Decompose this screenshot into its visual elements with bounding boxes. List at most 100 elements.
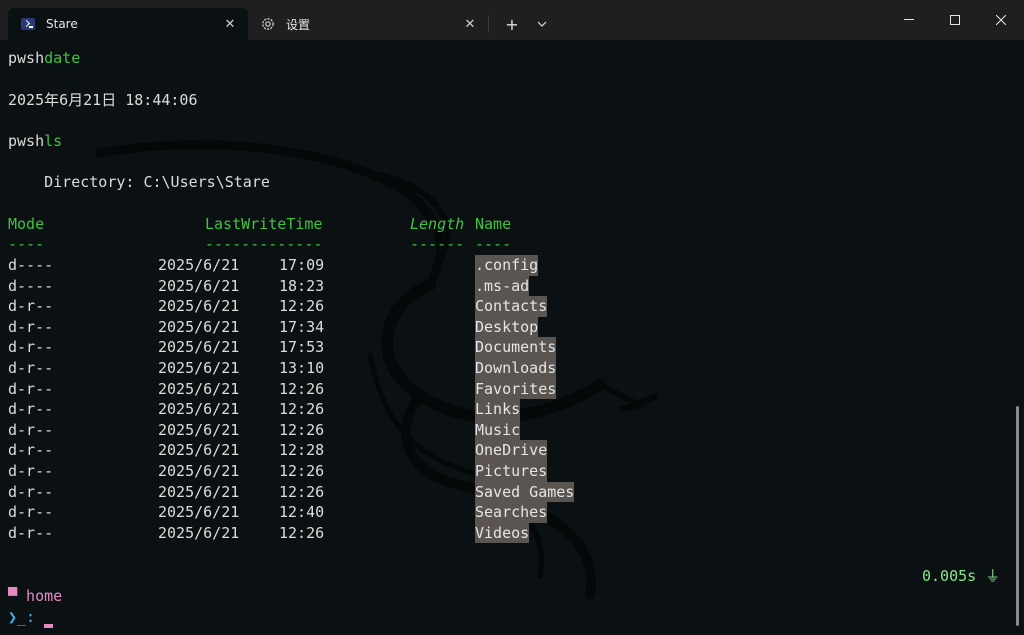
new-tab-button[interactable]: + xyxy=(500,12,524,36)
cell-date: 2025/6/21 xyxy=(158,338,240,357)
cell-time: 17:53 xyxy=(279,338,325,357)
minimize-button[interactable] xyxy=(886,4,932,36)
cell-mode: d-r-- xyxy=(8,420,54,439)
cell-name: Searches xyxy=(475,502,548,523)
table-header: Mode LastWriteTime Length Name xyxy=(0,214,1000,235)
cell-mode: d---- xyxy=(8,276,54,295)
cell-time: 12:26 xyxy=(279,297,325,316)
cell-time: 12:26 xyxy=(279,462,325,480)
underline-name: ---- xyxy=(475,235,512,253)
cell-name: Documents xyxy=(475,337,557,358)
cell-name: Links xyxy=(475,399,521,420)
table-row: d-r-- 2025/6/21 12:26 Saved Games xyxy=(0,481,1000,503)
cell-mode: d-r-- xyxy=(8,359,54,377)
cell-name: Desktop xyxy=(475,316,539,338)
header-length: Length xyxy=(410,215,465,233)
cell-name: .config xyxy=(475,255,539,276)
close-window-button[interactable] xyxy=(978,4,1024,36)
cell-name: Contacts xyxy=(475,296,548,317)
maximize-button[interactable] xyxy=(932,4,978,36)
command-line: pwshls xyxy=(8,131,62,152)
powershell-icon xyxy=(20,16,36,32)
table-row: d-r-- 2025/6/21 17:34 Desktop xyxy=(0,316,1000,338)
text-cursor xyxy=(44,624,54,628)
date-output: 2025年6月21日 18:44:06 xyxy=(8,91,198,109)
cell-name: .ms-ad xyxy=(475,275,530,297)
cell-date: 2025/6/21 xyxy=(158,276,240,295)
header-mode: Mode xyxy=(8,215,45,233)
prompt-directory: ▀ home xyxy=(8,587,63,605)
cell-name: Downloads xyxy=(475,358,557,379)
cell-time: 18:23 xyxy=(279,276,325,295)
cell-date: 2025/6/21 xyxy=(158,462,240,480)
underline-length: ------ xyxy=(410,235,465,253)
cell-time: 13:10 xyxy=(279,359,325,377)
cell-mode: d-r-- xyxy=(8,338,54,357)
table-row: d---- 2025/6/21 18:23 .ms-ad xyxy=(0,275,1000,297)
command-line: pwshdate xyxy=(8,48,80,69)
cell-mode: d-r-- xyxy=(8,379,54,398)
prompt-label: pwsh xyxy=(8,49,45,67)
table-row: d-r-- 2025/6/21 13:10 Downloads xyxy=(0,358,1000,379)
cell-mode: d-r-- xyxy=(8,523,54,542)
cell-name: OneDrive xyxy=(475,440,548,461)
header-lastwritetime: LastWriteTime xyxy=(205,215,323,233)
cell-mode: d-r-- xyxy=(8,297,54,316)
prompt-input[interactable]: ❯_: xyxy=(8,607,54,628)
cell-mode: d---- xyxy=(8,256,54,274)
table-row: d-r-- 2025/6/21 12:26 Contacts xyxy=(0,296,1000,317)
cell-date: 2025/6/21 xyxy=(158,317,240,336)
tab-divider xyxy=(488,15,489,33)
scrollbar[interactable] xyxy=(1016,406,1019,626)
cell-name: Saved Games xyxy=(475,481,575,503)
table-row: d-r-- 2025/6/21 17:53 Documents xyxy=(0,337,1000,358)
tab-settings[interactable]: 设置 ✕ xyxy=(248,8,488,40)
tab-stare[interactable]: Stare ✕ xyxy=(8,8,248,40)
cell-name: Music xyxy=(475,419,521,441)
command-text: date xyxy=(44,49,81,67)
cell-time: 12:26 xyxy=(279,523,325,542)
cell-name: Favorites xyxy=(475,378,557,400)
cell-mode: d-r-- xyxy=(8,441,54,460)
terminal-window: Stare ✕ 设置 ✕ + pwshdate 2025年6月21日 18:44… xyxy=(0,0,1024,635)
table-row: d-r-- 2025/6/21 12:26 Links xyxy=(0,399,1000,420)
cell-time: 12:40 xyxy=(279,503,325,522)
cell-time: 12:28 xyxy=(279,441,325,460)
cell-mode: d-r-- xyxy=(8,462,54,480)
tab-title: 设置 xyxy=(286,17,311,32)
prompt-label: pwsh xyxy=(8,132,45,150)
close-tab-icon[interactable]: ✕ xyxy=(456,10,484,38)
header-name: Name xyxy=(475,215,512,233)
cell-mode: d-r-- xyxy=(8,317,54,336)
cell-time: 12:26 xyxy=(279,482,325,501)
table-header-underline: ---- ------------- ------ ---- xyxy=(0,234,1000,255)
cell-mode: d-r-- xyxy=(8,482,54,501)
cell-name: Pictures xyxy=(475,461,548,482)
cell-date: 2025/6/21 xyxy=(158,441,240,460)
table-row: d-r-- 2025/6/21 12:26 Pictures xyxy=(0,461,1000,482)
cell-time: 12:26 xyxy=(279,379,325,398)
close-tab-icon[interactable]: ✕ xyxy=(216,10,244,38)
chevron-down-icon[interactable] xyxy=(530,12,554,36)
cell-date: 2025/6/21 xyxy=(158,482,240,501)
cell-date: 2025/6/21 xyxy=(158,256,240,274)
cell-mode: d-r-- xyxy=(8,503,54,522)
terminal-content[interactable]: pwshdate 2025年6月21日 18:44:06 pwshls Dire… xyxy=(0,40,1024,635)
cell-date: 2025/6/21 xyxy=(158,400,240,419)
underline-mode: ---- xyxy=(8,235,45,253)
title-bar: Stare ✕ 设置 ✕ + xyxy=(0,0,1024,40)
table-row: d---- 2025/6/21 17:09 .config xyxy=(0,255,1000,276)
cell-date: 2025/6/21 xyxy=(158,523,240,542)
table-row: d-r-- 2025/6/21 12:26 Videos xyxy=(0,522,1000,544)
underline-lastwritetime: ------------- xyxy=(205,235,323,253)
cell-date: 2025/6/21 xyxy=(158,359,240,377)
cell-time: 17:34 xyxy=(279,317,325,336)
table-row: d-r-- 2025/6/21 12:40 Searches xyxy=(0,502,1000,523)
table-row: d-r-- 2025/6/21 12:28 OneDrive xyxy=(0,440,1000,461)
cell-time: 12:26 xyxy=(279,400,325,419)
gear-icon xyxy=(260,16,276,32)
table-row: d-r-- 2025/6/21 12:26 Music xyxy=(0,419,1000,441)
cell-date: 2025/6/21 xyxy=(158,420,240,439)
cell-time: 17:09 xyxy=(279,256,325,274)
cell-time: 12:26 xyxy=(279,420,325,439)
